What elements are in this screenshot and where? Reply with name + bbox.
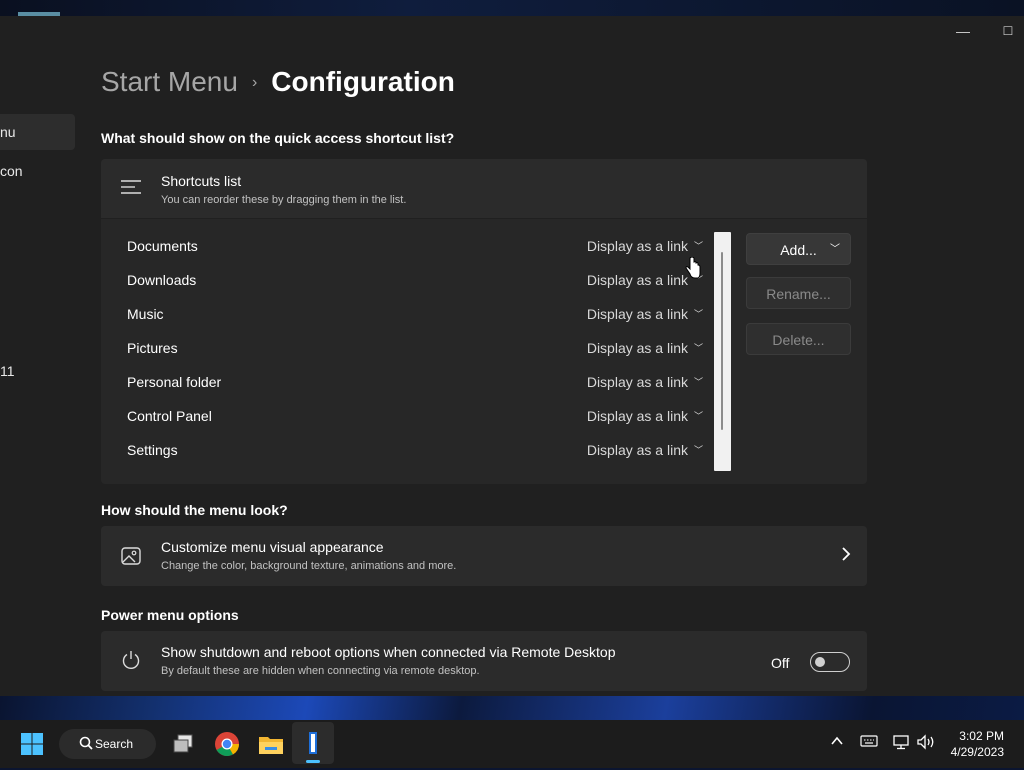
delete-button[interactable]: Delete... xyxy=(746,323,851,355)
list-scrollbar[interactable] xyxy=(714,232,731,471)
list-item[interactable]: Pictures Display as a link ﹀ xyxy=(127,332,707,366)
sidebar-item-windows-11[interactable]: 11 xyxy=(0,353,15,389)
shortcut-display-value: Display as a link xyxy=(586,306,688,322)
quick-access-heading: What should show on the quick access sho… xyxy=(101,130,455,146)
shortcuts-card: Shortcuts list You can reorder these by … xyxy=(101,159,867,218)
chevron-down-icon: ﹀ xyxy=(693,411,703,421)
task-view-icon[interactable] xyxy=(169,729,199,759)
power-options-heading: Power menu options xyxy=(101,607,239,623)
shortcut-name: Pictures xyxy=(127,340,178,356)
list-item[interactable]: Personal folder Display as a link ﹀ xyxy=(127,366,707,400)
image-icon xyxy=(121,546,141,571)
minimize-button[interactable]: — xyxy=(953,22,973,40)
shortcut-display-value: Display as a link xyxy=(586,340,688,356)
sidebar-item-label: con xyxy=(0,163,23,179)
hand-cursor-icon xyxy=(685,256,701,284)
taskbar-clock[interactable]: 3:02 PM 4/29/2023 xyxy=(951,728,1004,760)
breadcrumb-parent[interactable]: Start Menu xyxy=(101,66,238,97)
shortcut-display-select[interactable]: Display as a link ﹀ xyxy=(587,408,703,424)
volume-icon[interactable] xyxy=(916,734,936,753)
chevron-down-icon: ﹀ xyxy=(693,377,703,387)
sidebar-item-icon[interactable]: con xyxy=(0,153,23,189)
search-label: Search xyxy=(95,737,134,751)
shortcut-display-select[interactable]: Display as a link ﹀ xyxy=(587,238,703,254)
appearance-card-title: Customize menu visual appearance xyxy=(161,539,384,555)
shortcut-display-value: Display as a link xyxy=(586,238,688,254)
shortcut-name: Settings xyxy=(127,442,178,458)
list-item[interactable]: Documents Display as a link ﹀ xyxy=(127,230,707,264)
rename-button[interactable]: Rename... xyxy=(746,277,851,309)
shortcut-display-value: Display as a link xyxy=(586,408,688,424)
breadcrumb: Start Menu › Configuration xyxy=(101,64,455,105)
power-card: Show shutdown and reboot options when co… xyxy=(101,631,867,691)
clock-time: 3:02 PM xyxy=(959,729,1004,743)
sidebar-item-label: 11 xyxy=(0,363,15,379)
shortcut-name: Music xyxy=(127,306,164,322)
list-item[interactable]: Settings Display as a link ﹀ xyxy=(127,434,707,468)
shortcut-name: Documents xyxy=(127,238,198,254)
shortcut-display-select[interactable]: Display as a link ﹀ xyxy=(587,374,703,390)
toggle-state-label: Off xyxy=(771,655,790,671)
desktop-top-strip xyxy=(0,0,1024,16)
shortcuts-card-title: Shortcuts list xyxy=(161,173,242,189)
chevron-right-icon xyxy=(841,546,851,567)
start11-icon xyxy=(298,728,328,763)
scrollbar-thumb[interactable] xyxy=(721,252,723,430)
chevron-up-icon[interactable] xyxy=(830,734,844,751)
shortcut-display-value: Display as a link xyxy=(586,442,688,458)
shortcut-name: Control Panel xyxy=(127,408,212,424)
shortcut-display-select[interactable]: Display as a link ﹀ xyxy=(587,340,703,356)
network-icon[interactable] xyxy=(892,734,910,753)
taskbar: Search 3:02 PM 4/29/2023 xyxy=(0,720,1024,768)
add-button-label: Add... xyxy=(780,242,817,258)
add-button[interactable]: Add... ﹀ xyxy=(746,233,851,265)
power-card-subtitle: By default these are hidden when connect… xyxy=(161,665,480,677)
shortcut-name: Downloads xyxy=(127,272,197,288)
maximize-button[interactable]: ☐ xyxy=(998,22,1018,40)
shortcuts-card-subtitle: You can reorder these by dragging them i… xyxy=(161,194,407,206)
breadcrumb-separator: › xyxy=(251,74,258,91)
shortcut-display-select[interactable]: Display as a link ﹀ xyxy=(587,442,703,458)
shortcut-name: Personal folder xyxy=(127,374,222,390)
shortcuts-list: Documents Display as a link ﹀ Downloads D… xyxy=(101,219,867,484)
chevron-down-icon: ﹀ xyxy=(693,445,703,455)
desktop-wallpaper-strip xyxy=(0,696,1024,720)
list-icon xyxy=(121,177,141,202)
appearance-card-subtitle: Change the color, background texture, an… xyxy=(161,560,457,572)
chevron-down-icon: ﹀ xyxy=(693,241,703,251)
windows-start-icon[interactable] xyxy=(17,729,47,759)
page-title: Configuration xyxy=(271,66,455,97)
chrome-icon[interactable] xyxy=(212,729,242,759)
list-item[interactable]: Control Panel Display as a link ﹀ xyxy=(127,400,707,434)
list-item[interactable]: Downloads Display as a link ﹀ xyxy=(127,264,707,298)
file-explorer-icon[interactable] xyxy=(256,729,286,759)
list-item[interactable]: Music Display as a link ﹀ xyxy=(127,298,707,332)
start11-taskbar-button[interactable] xyxy=(292,722,334,764)
sidebar-item-start-menu[interactable]: nu xyxy=(0,114,75,150)
appearance-card[interactable]: Customize menu visual appearance Change … xyxy=(101,526,867,586)
chevron-down-icon: ﹀ xyxy=(693,309,703,319)
sidebar-item-label: nu xyxy=(0,124,16,140)
menu-look-heading: How should the menu look? xyxy=(101,502,288,518)
settings-window: — ☐ nu con 11 Start Menu › Configuration W… xyxy=(0,16,1024,696)
shortcut-display-value: Display as a link xyxy=(586,272,688,288)
toggle-knob xyxy=(815,657,825,667)
shortcut-display-select[interactable]: Display as a link ﹀ xyxy=(587,306,703,322)
power-icon xyxy=(121,650,141,675)
keyboard-icon[interactable] xyxy=(860,734,878,751)
remote-desktop-toggle[interactable] xyxy=(810,652,850,672)
shortcut-display-value: Display as a link xyxy=(586,374,688,390)
power-card-title: Show shutdown and reboot options when co… xyxy=(161,644,616,660)
taskbar-search[interactable]: Search xyxy=(59,729,156,759)
chevron-down-icon: ﹀ xyxy=(830,244,840,255)
active-app-indicator xyxy=(306,760,320,763)
chevron-down-icon: ﹀ xyxy=(693,343,703,353)
search-icon xyxy=(79,729,93,770)
clock-date: 4/29/2023 xyxy=(950,745,1004,759)
